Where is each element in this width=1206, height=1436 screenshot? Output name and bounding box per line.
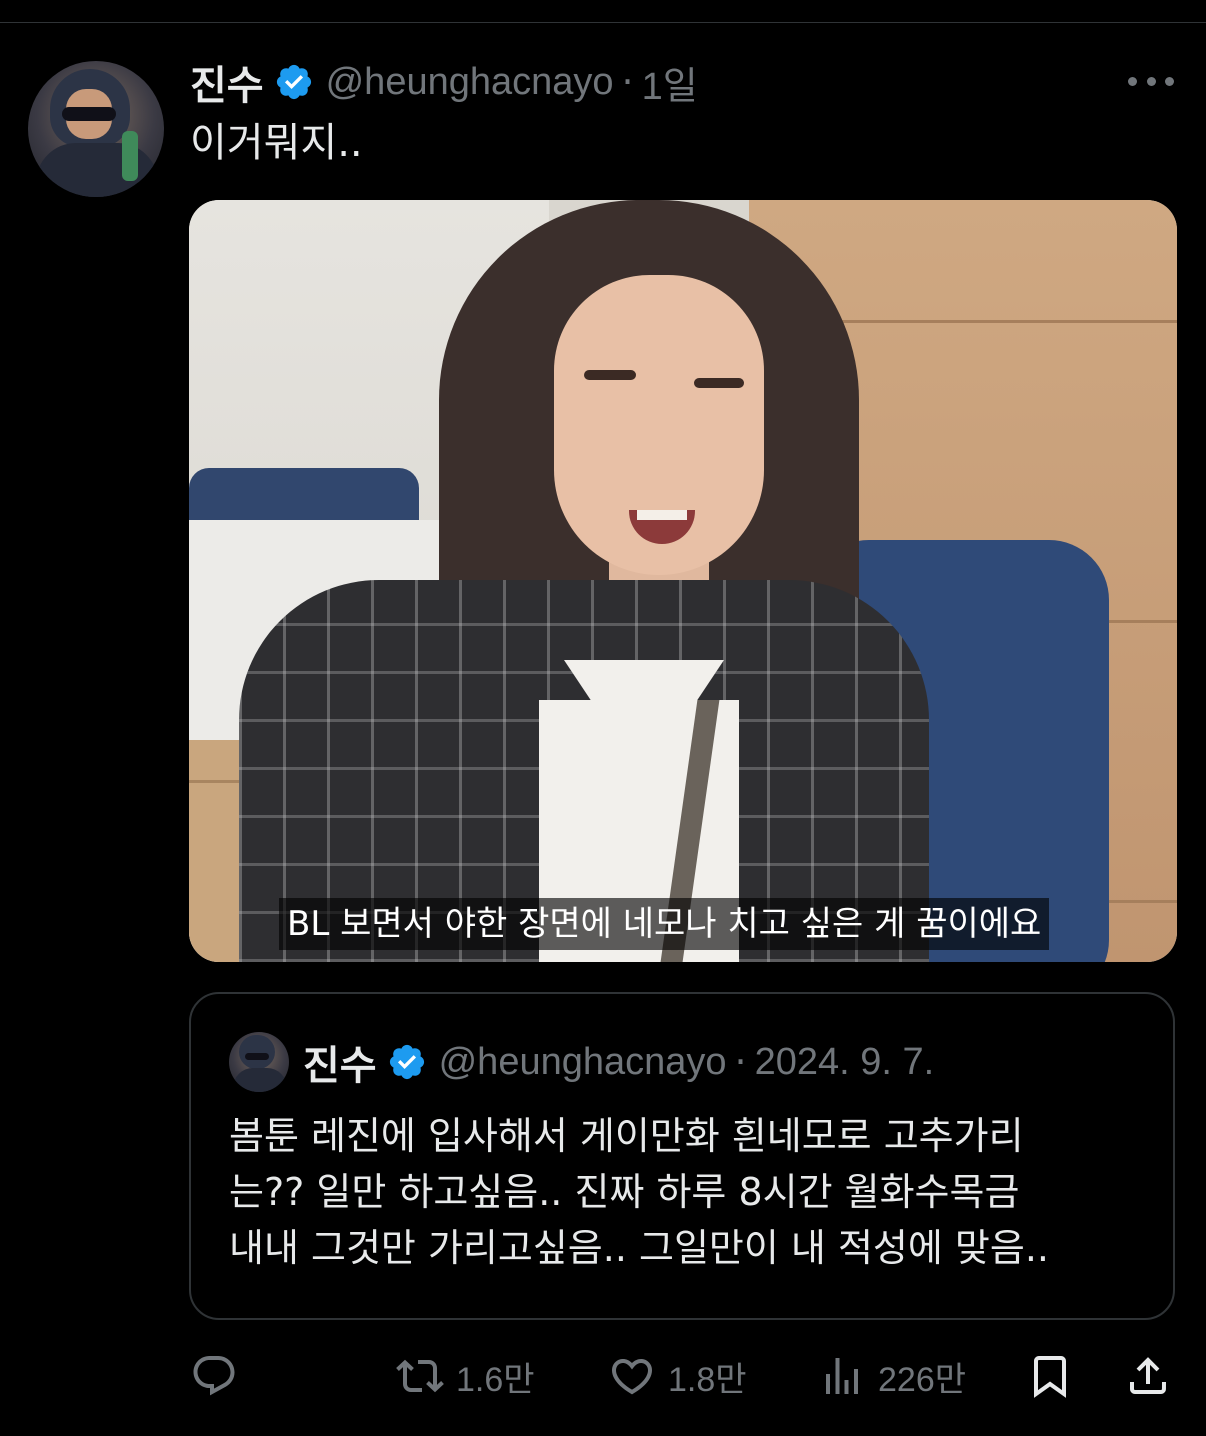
author-avatar[interactable]: [28, 61, 164, 197]
top-divider: [0, 22, 1206, 23]
retweet-button[interactable]: 1.6만: [396, 1344, 535, 1408]
verified-badge-icon: [276, 64, 311, 100]
share-icon: [1130, 1357, 1166, 1394]
tweet-text: 이거뭐지..: [190, 120, 363, 166]
tweet-actions-bar: 1.6만 1.8만 226만: [0, 1344, 1206, 1408]
more-dot: [1146, 76, 1156, 86]
more-dot: [1165, 76, 1174, 86]
quoted-author-name: 진수: [303, 1044, 377, 1088]
tweet-header: 진수 @heunghacnayo · 1일: [190, 54, 698, 110]
tweet-time[interactable]: 1일: [642, 55, 698, 110]
quoted-tweet[interactable]: 진수 @heunghacnayo · 2024. 9. 7. 봄툰 레진에 입사…: [189, 992, 1175, 1320]
views-icon: [826, 1358, 858, 1394]
avatar-bottle: [122, 131, 138, 181]
like-count: 1.8만: [668, 1360, 747, 1399]
avatar-body: [233, 1068, 287, 1092]
media-person-teeth: [637, 510, 687, 520]
tweet-media-video[interactable]: BL 보면서 야한 장면에 네모나 치고 싶은 게 꿈이에요: [189, 200, 1177, 962]
quoted-author-handle: @heunghacnayo: [438, 1040, 727, 1083]
avatar-hood: [239, 1035, 275, 1069]
quoted-text-line: 봄툰 레진에 입사해서 게이만화 흰네모로 고추가리: [229, 1114, 1024, 1158]
quoted-tweet-header: 진수 @heunghacnayo · 2024. 9. 7.: [303, 1034, 934, 1090]
author-handle[interactable]: @heunghacnayo: [326, 61, 614, 104]
video-caption: BL 보면서 야한 장면에 네모나 치고 싶은 게 꿈이에요: [279, 898, 1050, 950]
author-name[interactable]: 진수: [190, 53, 264, 111]
views-count: 226만: [878, 1360, 967, 1399]
heart-icon: [611, 1359, 653, 1395]
avatar-body: [36, 143, 158, 197]
more-options-icon[interactable]: [1128, 66, 1174, 96]
bookmark-icon: [1034, 1356, 1066, 1398]
quoted-tweet-text: 봄툰 레진에 입사해서 게이만화 흰네모로 고추가리 는?? 일만 하고싶음..…: [229, 1108, 1149, 1276]
media-person-eye-right: [694, 378, 744, 388]
reply-button[interactable]: [190, 1344, 238, 1408]
more-dot: [1128, 76, 1137, 86]
reply-icon: [193, 1356, 235, 1396]
avatar-glasses: [245, 1053, 269, 1060]
quoted-text-line: 내내 그것만 가리고싶음.. 그일만이 내 적성에 맞음..: [229, 1226, 1049, 1270]
views-button[interactable]: 226만: [818, 1344, 966, 1408]
header-separator: ·: [734, 1040, 747, 1084]
share-button[interactable]: [1124, 1344, 1172, 1408]
quoted-author-avatar[interactable]: [229, 1032, 289, 1092]
header-separator: ·: [621, 60, 634, 104]
quoted-text-line: 는?? 일만 하고싶음.. 진짜 하루 8시간 월화수목금: [229, 1170, 1020, 1214]
verified-badge-icon: [389, 1044, 424, 1080]
retweet-count: 1.6만: [456, 1360, 535, 1399]
like-button[interactable]: 1.8만: [608, 1344, 747, 1408]
bookmark-button[interactable]: [1026, 1344, 1074, 1408]
retweet-icon: [396, 1359, 444, 1393]
quoted-tweet-date: 2024. 9. 7.: [754, 1040, 935, 1083]
avatar-glasses: [62, 107, 116, 121]
media-person-eye-left: [584, 370, 636, 380]
